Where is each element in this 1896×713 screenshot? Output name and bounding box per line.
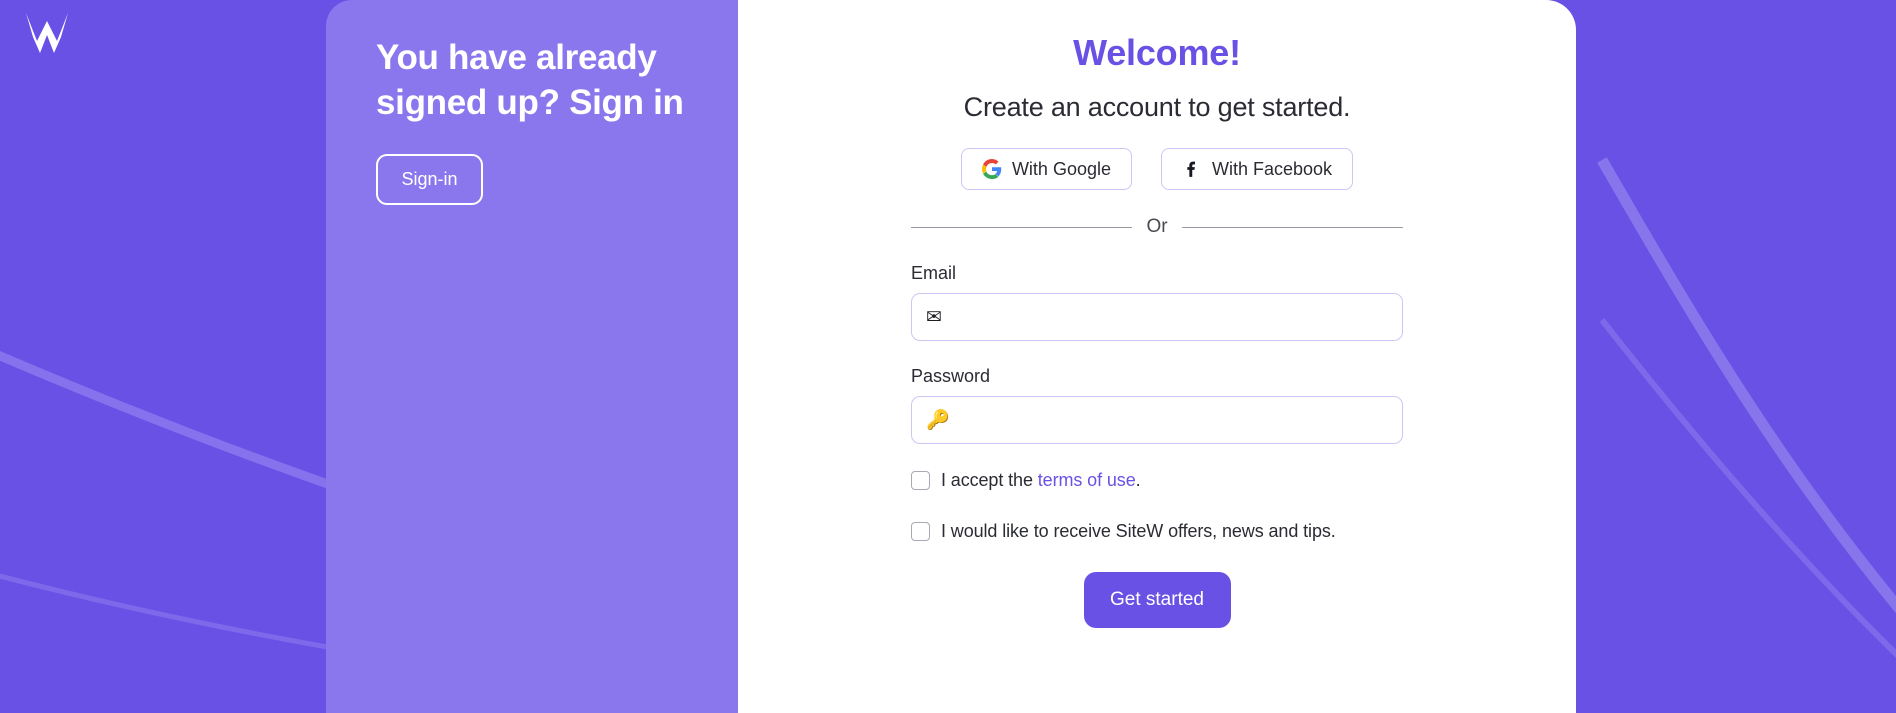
terms-checkbox[interactable] xyxy=(911,471,930,490)
google-button-label: With Google xyxy=(1011,158,1111,179)
signup-panel: Welcome! Create an account to get starte… xyxy=(738,0,1576,713)
submit-row: Get started xyxy=(911,572,1403,628)
get-started-button[interactable]: Get started xyxy=(1083,572,1231,628)
terms-label: I accept the terms of use. xyxy=(941,470,1141,491)
facebook-icon xyxy=(1187,161,1195,177)
key-icon: 🔑 xyxy=(926,409,950,431)
email-field-block: Email ✉ xyxy=(911,263,1403,341)
google-icon xyxy=(981,159,1002,179)
password-label: Password xyxy=(911,366,991,386)
promo-heading: You have already signed up? Sign in xyxy=(376,38,684,122)
sign-in-button[interactable]: Sign-in xyxy=(376,153,483,205)
newsletter-checkbox[interactable] xyxy=(911,522,930,541)
newsletter-row: I would like to receive SiteW offers, ne… xyxy=(911,521,1403,542)
divider-line-left xyxy=(911,226,1133,228)
page-subtitle: Create an account to get started. xyxy=(963,92,1351,122)
email-input-wrapper[interactable]: ✉ xyxy=(911,293,1403,341)
terms-of-use-link[interactable]: terms of use xyxy=(1038,470,1136,490)
password-input[interactable] xyxy=(949,397,1388,443)
or-divider: Or xyxy=(911,216,1404,238)
newsletter-label: I would like to receive SiteW offers, ne… xyxy=(941,521,1336,541)
password-field-block: Password 🔑 xyxy=(911,366,1403,444)
sitew-w-logo-icon xyxy=(26,13,68,53)
facebook-button-label: With Facebook xyxy=(1211,158,1333,179)
divider-label: Or xyxy=(1146,216,1168,237)
password-input-wrapper[interactable]: 🔑 xyxy=(911,396,1403,444)
page-title: Welcome! xyxy=(1073,32,1241,73)
terms-text-before: I accept the xyxy=(941,470,1038,490)
social-signup-row: With Google With Facebook xyxy=(911,148,1403,190)
terms-text-after: . xyxy=(1135,470,1141,490)
email-input[interactable] xyxy=(941,294,1388,340)
left-promo-panel: You have already signed up? Sign in Sign… xyxy=(326,0,738,713)
divider-line-right xyxy=(1181,226,1404,228)
email-label: Email xyxy=(911,263,957,283)
signup-with-facebook-button[interactable]: With Facebook xyxy=(1160,148,1354,190)
terms-row: I accept the terms of use. xyxy=(911,470,1403,491)
envelope-icon: ✉ xyxy=(926,306,942,328)
signup-with-google-button[interactable]: With Google xyxy=(960,148,1132,190)
